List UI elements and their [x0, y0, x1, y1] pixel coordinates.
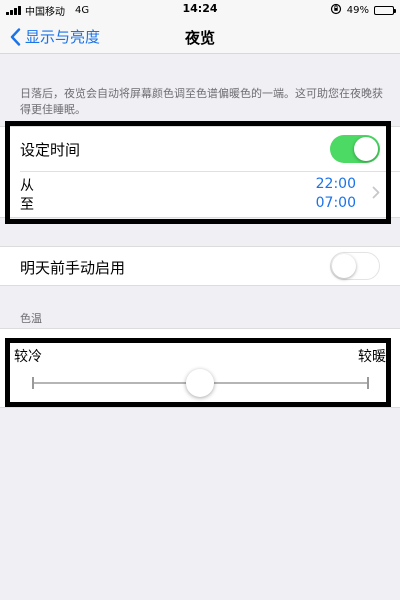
status-bar: 中国移动 4G 14:24 49% [0, 0, 400, 18]
slider-max-cap [367, 377, 369, 389]
status-right: 49% [330, 3, 396, 18]
schedule-row: 设定时间 [0, 127, 400, 171]
cooler-label: 较冷 [14, 349, 42, 365]
battery-percent: 49% [346, 5, 369, 16]
warmer-label: 较暖 [358, 349, 386, 365]
to-label: 至 [20, 197, 34, 213]
manual-label: 明天前手动启用 [20, 259, 126, 277]
manual-group: 明天前手动启用 [0, 246, 400, 286]
battery-icon [374, 6, 396, 15]
page-title: 夜览 [184, 29, 215, 47]
color-temp-slider-thumb[interactable] [186, 369, 214, 397]
color-temp-section-label: 色温 [20, 312, 42, 325]
schedule-toggle[interactable] [330, 135, 380, 163]
night-shift-description: 日落后，夜览会自动将屏幕颜色调至色谱偏暖色的一端。这可助您在夜晚获得更佳睡眠。 [20, 87, 383, 116]
from-time: 22:00 [315, 176, 356, 192]
manual-toggle-knob [332, 254, 356, 278]
manual-toggle[interactable] [330, 252, 380, 280]
schedule-times-row[interactable]: 从 至 22:00 07:00 [0, 172, 400, 218]
schedule-group: 设定时间 从 至 22:00 07:00 [0, 126, 400, 218]
schedule-toggle-knob [354, 137, 378, 161]
to-time: 07:00 [315, 195, 356, 211]
slider-min-cap [32, 377, 34, 389]
from-label: 从 [20, 178, 34, 194]
chevron-right-icon [372, 186, 380, 199]
rotation-lock-icon [330, 3, 342, 18]
schedule-label: 设定时间 [20, 141, 81, 159]
navigation-bar: 显示与亮度 夜览 [0, 18, 400, 54]
